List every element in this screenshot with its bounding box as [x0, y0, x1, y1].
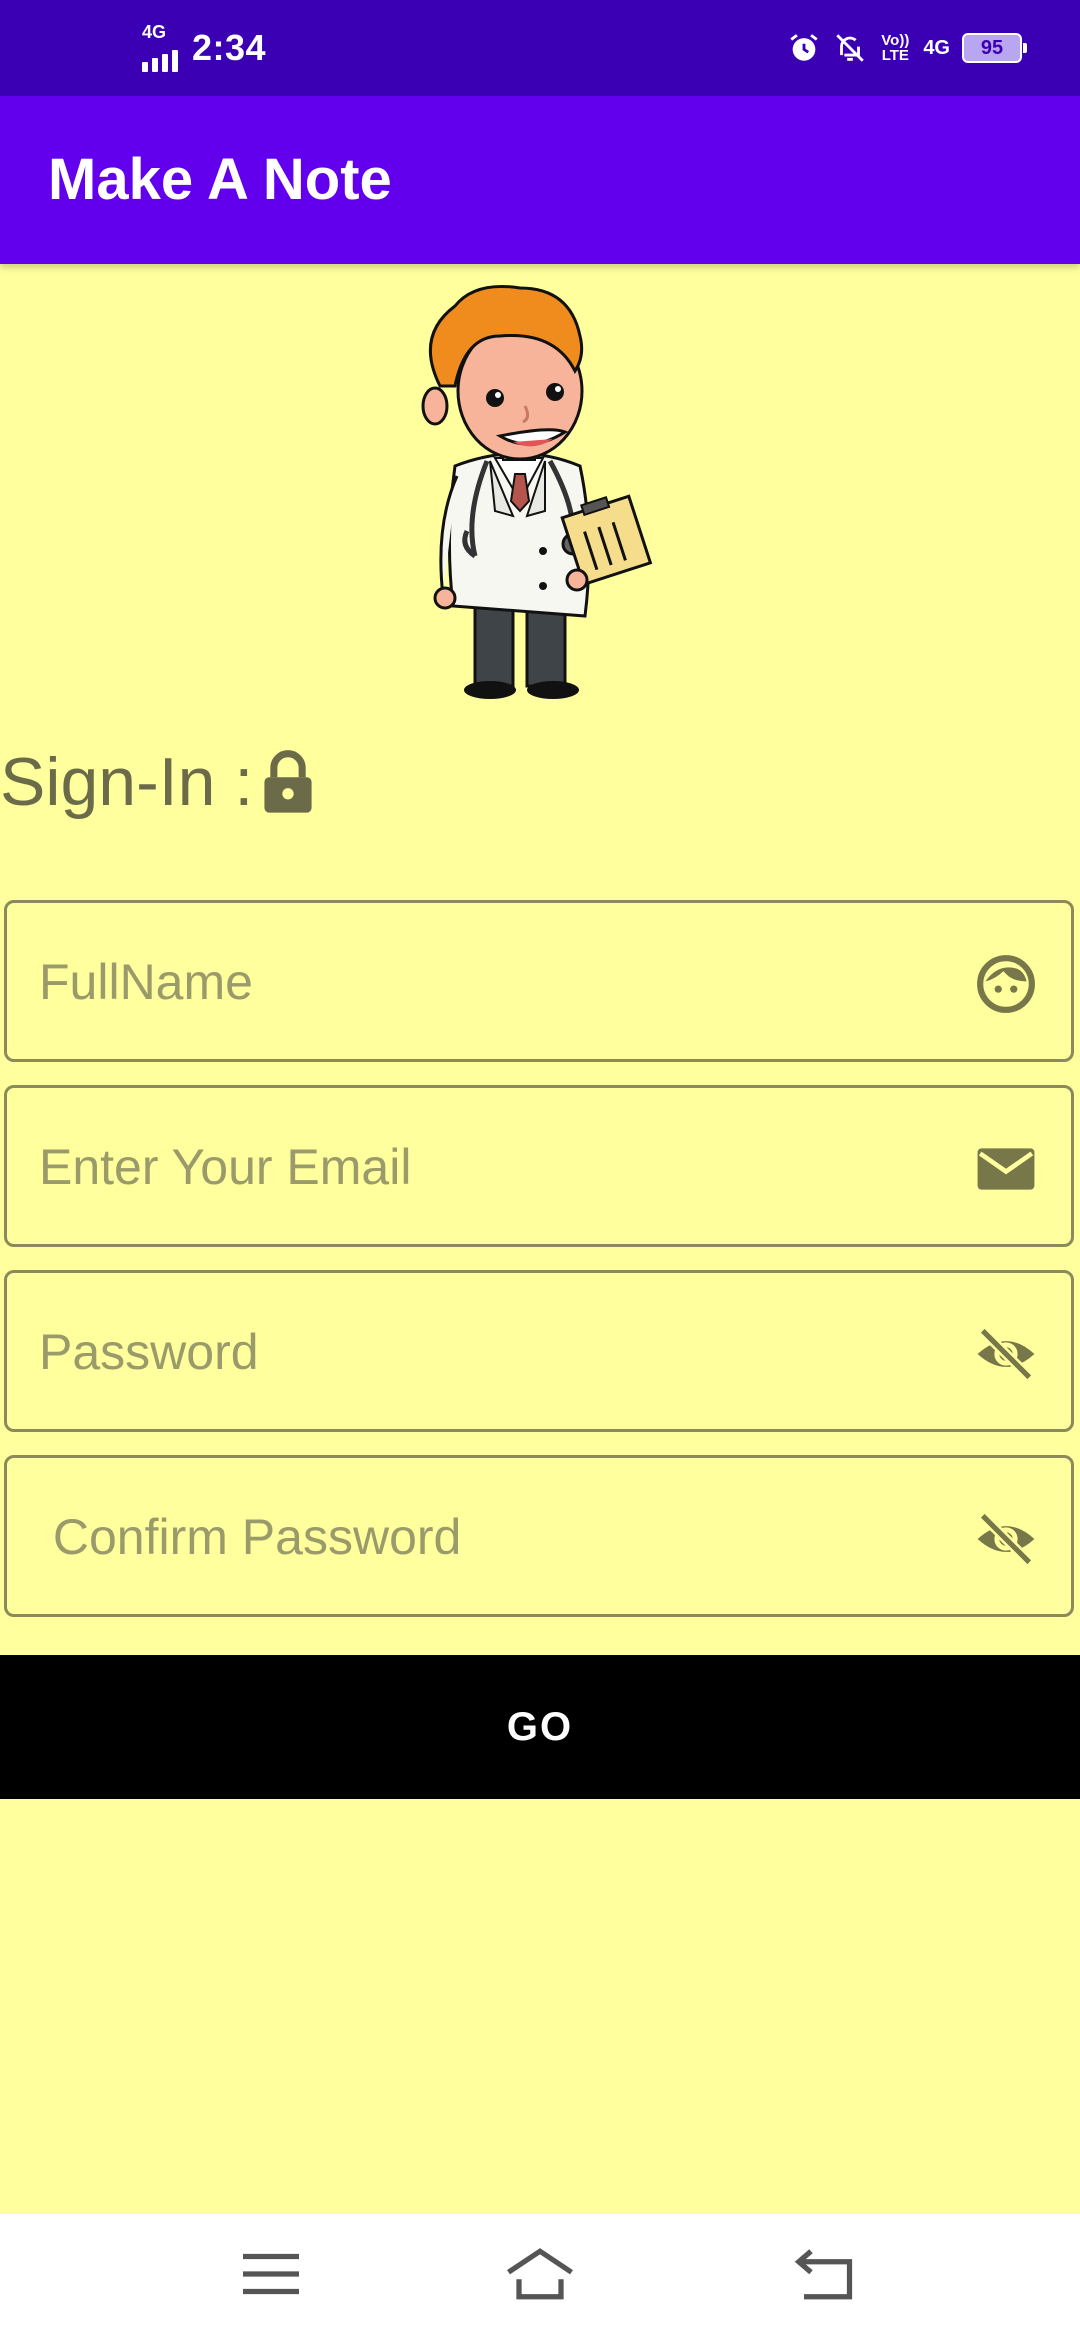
- password-input[interactable]: [37, 1273, 941, 1431]
- confirm-password-input[interactable]: [37, 1458, 941, 1616]
- signal-icon: 4G: [142, 22, 178, 72]
- app-title: Make A Note: [48, 147, 392, 212]
- alarm-icon: [790, 34, 818, 61]
- 4g-icon: 4G: [923, 36, 950, 59]
- status-left: 4G 2:34: [142, 0, 266, 96]
- doctor-illustration: [421, 284, 653, 699]
- signin-heading: Sign-In :: [0, 734, 317, 830]
- lock-icon: [264, 750, 312, 813]
- notifications-off-icon: [836, 34, 865, 62]
- navigation-bar: [0, 2214, 1080, 2340]
- confirm-password-field[interactable]: [4, 1455, 1074, 1617]
- go-button[interactable]: GO: [0, 1655, 1080, 1799]
- battery-level: 95: [980, 36, 1004, 59]
- password-field[interactable]: [4, 1270, 1074, 1432]
- email-input[interactable]: [37, 1088, 941, 1246]
- status-bar: 4G 2:34 Vo)) LTE 4G 95: [0, 0, 1080, 96]
- home-icon[interactable]: [505, 2244, 575, 2304]
- volte-icon: Vo)) LTE: [881, 32, 910, 64]
- fullname-input[interactable]: [37, 903, 941, 1061]
- face-icon: [977, 955, 1035, 1013]
- status-right: Vo)) LTE 4G 95: [787, 0, 1027, 96]
- network-type: 4G: [142, 22, 167, 42]
- back-icon[interactable]: [790, 2244, 860, 2304]
- email-icon: [977, 1148, 1035, 1190]
- visibility-off-icon[interactable]: [975, 1508, 1037, 1570]
- visibility-off-icon[interactable]: [975, 1323, 1037, 1385]
- status-time: 2:34: [192, 27, 267, 68]
- signin-title: Sign-In :: [0, 744, 254, 820]
- email-field[interactable]: [4, 1085, 1074, 1247]
- app-bar: Make A Note: [0, 96, 1080, 264]
- battery-icon: 95: [962, 33, 1027, 63]
- menu-icon[interactable]: [236, 2244, 306, 2304]
- fullname-field[interactable]: [4, 900, 1074, 1062]
